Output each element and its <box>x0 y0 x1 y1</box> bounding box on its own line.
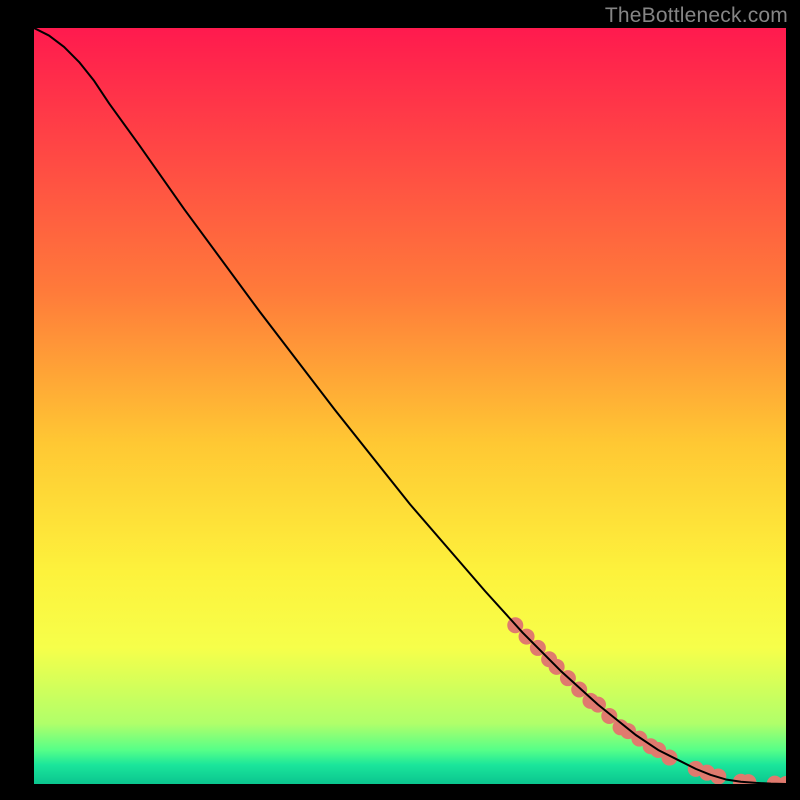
chart-frame: TheBottleneck.com <box>0 0 800 800</box>
chart-svg <box>34 28 786 784</box>
watermark-text: TheBottleneck.com <box>605 4 788 28</box>
plot-area <box>34 28 786 784</box>
gradient-background <box>34 28 786 784</box>
data-point-marker <box>571 682 587 698</box>
